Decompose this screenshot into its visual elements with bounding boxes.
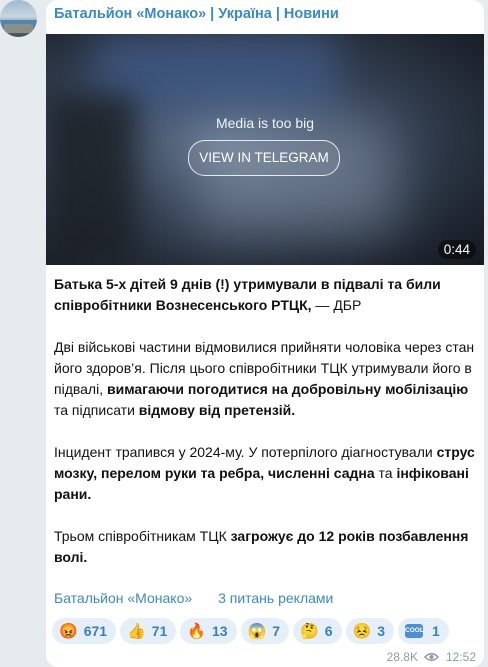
reaction-cool[interactable]: COOL 1 [398, 618, 449, 644]
reaction-count: 71 [151, 623, 168, 639]
reaction-count: 7 [272, 623, 281, 639]
reactions-bar: 😡 671 👍 71 🔥 13 😱 7 🤔 6 😣 3 COOL 1 [52, 618, 449, 644]
post-links: Батальйон «Монако» 3 питань реклами [54, 590, 355, 606]
reaction-thumbs-up[interactable]: 👍 71 [120, 618, 177, 644]
reaction-confounded[interactable]: 😣 3 [345, 618, 395, 644]
channel-avatar[interactable] [0, 0, 37, 37]
message-time: 12:52 [445, 650, 476, 664]
reaction-thinking[interactable]: 🤔 6 [293, 618, 342, 644]
post-paragraph-1: Батька 5-х дітей 9 днів (!) утримували в… [54, 276, 441, 313]
thinking-face-icon: 🤔 [300, 623, 319, 640]
eye-icon [423, 652, 439, 662]
confounded-face-icon: 😣 [352, 623, 372, 640]
media-too-big-notice: Media is too big [215, 115, 315, 131]
cool-button-icon: COOL [405, 624, 424, 638]
fire-icon: 🔥 [187, 623, 206, 640]
post-paragraph-2: Дві військові частини відмовилися прийня… [54, 339, 475, 418]
view-count: 28.8K [386, 650, 418, 664]
avatar-town [4, 24, 33, 33]
ads-link[interactable]: 3 питань реклами [218, 590, 333, 606]
angry-face-icon: 😡 [59, 623, 78, 640]
reaction-count: 1 [432, 623, 440, 639]
screaming-face-icon: 😱 [247, 623, 267, 640]
reaction-angry[interactable]: 😡 671 [52, 618, 117, 644]
post-text: Батька 5-х дітей 9 днів (!) утримували в… [54, 274, 479, 589]
thumbs-up-icon: 👍 [127, 623, 146, 640]
reaction-fire[interactable]: 🔥 13 [180, 618, 237, 644]
reaction-screaming[interactable]: 😱 7 [240, 618, 290, 644]
video-duration: 0:44 [437, 240, 476, 259]
reaction-count: 13 [212, 623, 228, 639]
channel-link[interactable]: Батальйон «Монако» [54, 590, 192, 606]
reaction-count: 6 [324, 623, 333, 639]
view-in-telegram-button[interactable]: VIEW IN TELEGRAM [188, 140, 340, 176]
channel-name[interactable]: Батальйон «Монако» | Україна | Новини [54, 6, 339, 22]
post-paragraph-4: Трьом співробітникам ТЦК загрожує до 12 … [54, 528, 469, 565]
post-paragraph-3: Інцидент трапився у 2024-му. У потерпіло… [54, 444, 475, 502]
reaction-count: 3 [377, 623, 386, 639]
message-bubble: Батальйон «Монако» | Україна | Новини Me… [46, 0, 484, 667]
message-meta: 28.8K 12:52 [387, 650, 476, 664]
video-media[interactable]: Media is too big VIEW IN TELEGRAM 0:44 [46, 34, 484, 265]
reaction-count: 671 [83, 623, 108, 639]
